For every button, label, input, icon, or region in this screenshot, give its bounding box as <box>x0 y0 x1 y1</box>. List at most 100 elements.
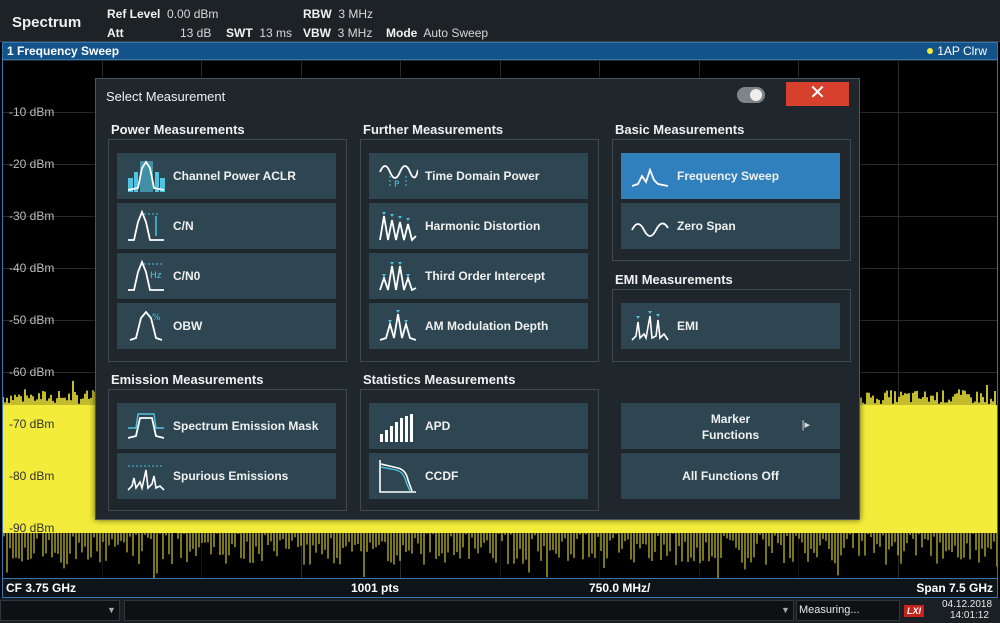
date-label: 04.12.2018 <box>942 599 993 610</box>
status-bar: ▼ ▼ Measuring... 04.12.2018 14:01:12 <box>0 598 1000 623</box>
button-label: Zero Span <box>677 219 736 233</box>
rbw-value: 3 MHz <box>338 7 374 21</box>
header-bar: Spectrum Ref Level 0.00 dBm Att 13 dB SW… <box>0 0 1000 42</box>
y-axis-label: -30 dBm <box>9 209 55 223</box>
button-label: Third Order Intercept <box>425 269 546 283</box>
button-label: C/N0 <box>173 269 201 283</box>
apd-histogram-icon <box>380 414 413 442</box>
group-title-statistics: Statistics Measurements <box>363 372 516 387</box>
frequency-sweep-button[interactable]: Frequency Sweep <box>621 153 840 199</box>
frequency-per-div: 750.0 MHz/ <box>589 581 651 595</box>
harmonic-distortion-button[interactable]: Harmonic Distortion <box>369 203 588 249</box>
am-modulation-depth-icon <box>379 310 417 341</box>
status-field: Measuring... <box>796 600 900 621</box>
button-label: OBW <box>173 319 203 333</box>
button-label: Spurious Emissions <box>173 469 289 483</box>
obw-button[interactable]: % OBW <box>117 303 336 349</box>
sweep-points[interactable]: 1001 pts <box>351 581 399 595</box>
message-dropdown[interactable]: ▼ <box>124 600 794 621</box>
sweep-mode[interactable]: Mode Auto Sweep <box>386 26 488 40</box>
mode-value: Auto Sweep <box>423 26 489 40</box>
ref-level[interactable]: Ref Level 0.00 dBm <box>107 7 218 21</box>
select-measurement-dialog: Select Measurement ✕ Power Measurements … <box>95 78 860 520</box>
status-text: Measuring... <box>799 604 860 616</box>
c-n-button[interactable]: C/N <box>117 203 336 249</box>
diagram-footer: CF 3.75 GHz 1001 pts 750.0 MHz/ Span 7.5… <box>2 578 998 598</box>
spurious-emissions-icon <box>127 465 165 491</box>
time-domain-power-button[interactable]: P Time Domain Power <box>369 153 588 199</box>
c-n0-button[interactable]: Hz C/N0 <box>117 253 336 299</box>
transparency-toggle[interactable] <box>737 87 765 103</box>
status-dropdown-left[interactable]: ▼ <box>0 600 120 621</box>
button-label: Time Domain Power <box>425 169 540 183</box>
time-domain-power-icon: P <box>379 165 418 190</box>
group-title-basic: Basic Measurements <box>615 122 745 137</box>
diagram-title[interactable]: 1 Frequency Sweep <box>7 44 119 58</box>
span[interactable]: Span 7.5 GHz <box>916 581 993 595</box>
svg-text:Hz: Hz <box>150 271 162 281</box>
group-title-emi: EMI Measurements <box>615 272 733 287</box>
zero-span-icon <box>631 222 669 237</box>
dialog-title: Select Measurement <box>106 89 226 104</box>
app-title[interactable]: Spectrum <box>12 14 81 31</box>
spectrum-emission-mask-icon <box>127 413 165 439</box>
trace-info-label: 1AP Clrw <box>937 44 987 58</box>
channel-power-aclr-button[interactable]: Channel Power ACLR <box>117 153 336 199</box>
spectrum-emission-mask-button[interactable]: Spectrum Emission Mask <box>117 403 336 449</box>
swt-value: 13 ms <box>259 26 293 40</box>
y-axis-label: -10 dBm <box>9 105 55 119</box>
y-axis-label: -90 dBm <box>9 521 55 535</box>
group-title-further: Further Measurements <box>363 122 504 137</box>
close-button[interactable]: ✕ <box>786 82 849 106</box>
harmonic-distortion-icon <box>379 212 417 242</box>
y-axis-label: -40 dBm <box>9 261 55 275</box>
marker-functions-button[interactable]: Marker Functions |▸ <box>621 403 840 449</box>
vbw[interactable]: VBW 3 MHz <box>303 26 372 40</box>
channel-power-icon <box>127 160 165 192</box>
button-label: CCDF <box>425 469 459 483</box>
chevron-down-icon: ▼ <box>107 605 116 615</box>
group-title-emission: Emission Measurements <box>111 372 264 387</box>
spurious-emissions-button[interactable]: Spurious Emissions <box>117 453 336 499</box>
toggle-knob <box>750 89 762 101</box>
carrier-noise-density-icon: Hz <box>128 259 164 291</box>
rbw[interactable]: RBW 3 MHz <box>303 7 373 21</box>
ref-level-label: Ref Level <box>107 7 161 21</box>
am-modulation-depth-button[interactable]: AM Modulation Depth <box>369 303 588 349</box>
mode-label: Mode <box>386 26 418 40</box>
zero-span-button[interactable]: Zero Span <box>621 203 840 249</box>
trace-info[interactable]: 1AP Clrw <box>927 44 987 58</box>
ccdf-button[interactable]: CCDF <box>369 453 588 499</box>
rbw-label: RBW <box>303 7 332 21</box>
frequency-sweep-icon <box>631 167 669 187</box>
apd-button[interactable]: APD <box>369 403 588 449</box>
emi-button[interactable]: EMI <box>621 303 840 349</box>
vbw-value: 3 MHz <box>337 26 373 40</box>
att-label: Att <box>107 26 124 40</box>
center-frequency[interactable]: CF 3.75 GHz <box>6 581 76 595</box>
group-title-power: Power Measurements <box>111 122 245 137</box>
vbw-label: VBW <box>303 26 331 40</box>
submenu-arrow-icon: |▸ <box>801 419 810 431</box>
occupied-bandwidth-icon: % <box>129 310 163 341</box>
ccdf-curve-icon <box>379 460 416 493</box>
button-label: APD <box>425 419 451 433</box>
chevron-down-icon: ▼ <box>781 605 790 615</box>
y-axis-label: -20 dBm <box>9 157 55 171</box>
y-axis-label: -70 dBm <box>9 417 55 431</box>
att-value[interactable]: 13 dB <box>180 26 211 40</box>
button-label: C/N <box>173 219 194 233</box>
carrier-noise-icon <box>128 209 164 241</box>
swt[interactable]: SWT 13 ms <box>226 26 292 40</box>
button-label: Channel Power ACLR <box>173 169 296 183</box>
ref-level-value: 0.00 dBm <box>167 7 219 21</box>
lxi-logo-icon[interactable]: LXI <box>904 605 924 617</box>
time-label: 14:01:12 <box>950 610 989 621</box>
button-label: Harmonic Distortion <box>425 219 541 233</box>
third-order-intercept-button[interactable]: Third Order Intercept <box>369 253 588 299</box>
svg-text:P: P <box>394 180 400 190</box>
button-label: AM Modulation Depth <box>425 319 549 333</box>
all-functions-off-button[interactable]: All Functions Off <box>621 453 840 499</box>
trace-indicator-icon <box>927 48 934 54</box>
svg-text:%: % <box>152 313 161 323</box>
